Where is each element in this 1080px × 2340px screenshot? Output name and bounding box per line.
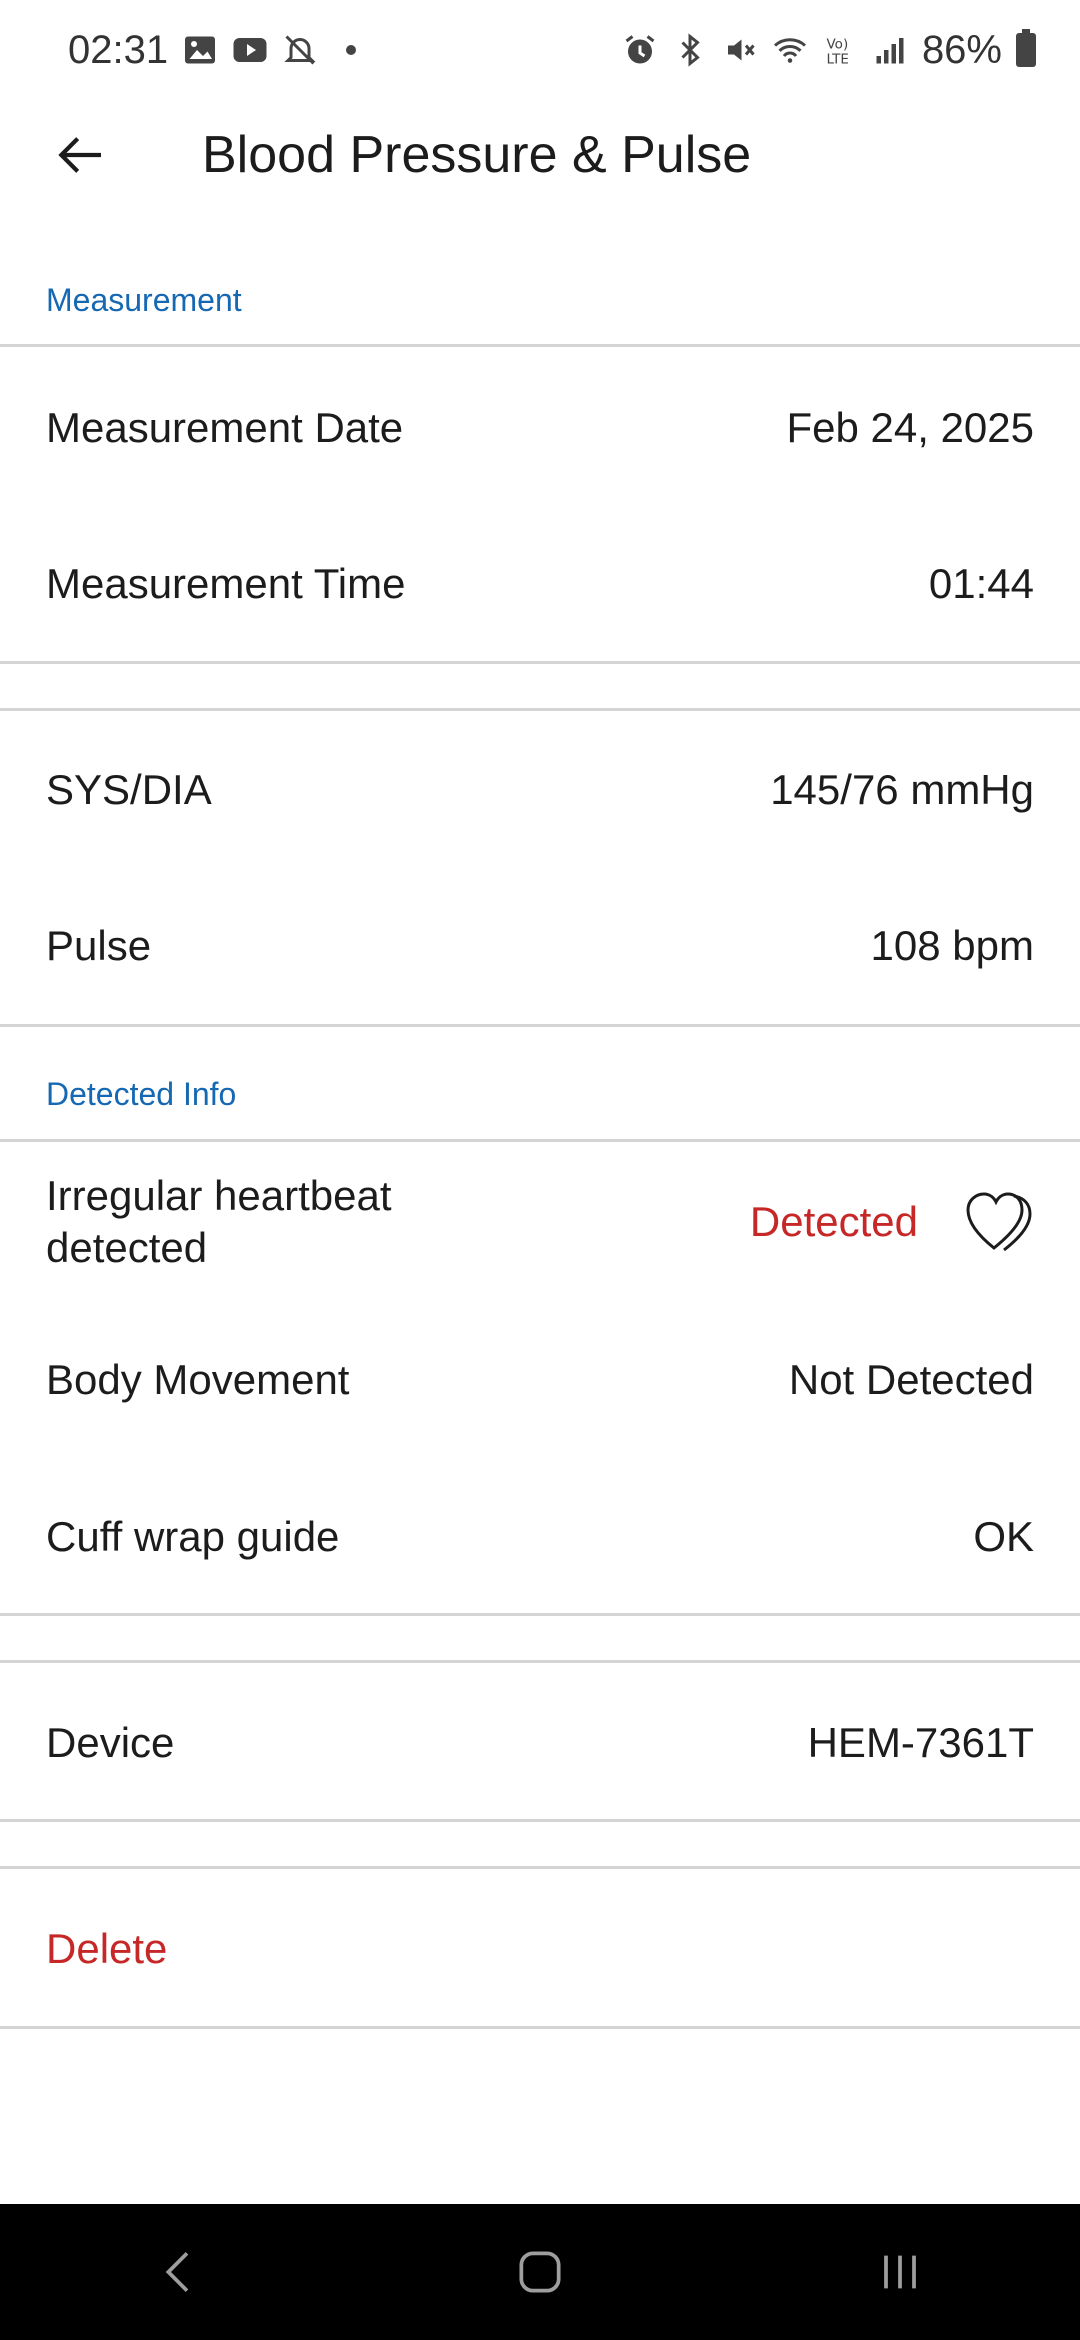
back-nav-icon (165, 2252, 189, 2292)
wifi-icon (772, 32, 808, 68)
irregular-heartbeat-label-line1: Irregular heartbeat (46, 1172, 392, 1219)
measurement-date-value: Feb 24, 2025 (786, 404, 1034, 451)
youtube-icon (232, 32, 268, 68)
sys-dia-row: SYS/DIA 145/76 mmHg (0, 712, 1080, 868)
status-left: 02:31 (68, 27, 357, 73)
pulse-row: Pulse 108 bpm (0, 868, 1080, 1024)
arrow-left-icon (58, 137, 101, 173)
measurement-time-label: Measurement Time (46, 560, 406, 607)
battery-percent: 86% (921, 27, 1002, 72)
irregular-heartbeat-label: Irregular heartbeat detected (46, 1170, 392, 1274)
mute-icon (722, 32, 758, 68)
system-nav-bar (0, 2204, 1080, 2340)
cuff-wrap-value: OK (973, 1513, 1034, 1560)
nav-recents-button[interactable] (840, 2222, 960, 2322)
nav-back-button[interactable] (120, 2222, 240, 2322)
divider (0, 344, 1080, 347)
gallery-icon (182, 32, 218, 68)
device-row: Device HEM-7361T (0, 1665, 1080, 1821)
status-time: 02:31 (68, 27, 169, 72)
body-movement-label: Body Movement (46, 1356, 350, 1403)
app-bar: Blood Pressure & Pulse (0, 100, 1080, 210)
measurement-date-row[interactable]: Measurement Date Feb 24, 2025 (0, 350, 1080, 506)
page-title: Blood Pressure & Pulse (202, 126, 752, 184)
pulse-value: 108 bpm (870, 922, 1034, 969)
divider (0, 2026, 1080, 2029)
alarm-icon (622, 32, 658, 68)
svg-text:LTE: LTE (826, 52, 848, 68)
divider (0, 661, 1080, 664)
device-value: HEM-7361T (807, 1719, 1034, 1766)
sys-dia-label: SYS/DIA (46, 766, 212, 813)
divider (0, 1819, 1080, 1822)
measurement-date-label: Measurement Date (46, 404, 404, 451)
delete-label: Delete (46, 1925, 168, 1972)
irregular-heartbeat-icon (964, 1190, 1034, 1254)
volte-icon: Vo) LTE (822, 32, 858, 68)
bluetooth-icon (672, 32, 708, 68)
battery-icon (1016, 29, 1036, 67)
divider (0, 708, 1080, 711)
status-right: Vo) LTE 86% (622, 28, 1036, 73)
irregular-heartbeat-value: Detected (749, 1198, 918, 1245)
device-label: Device (46, 1719, 175, 1766)
sys-dia-value: 145/76 mmHg (770, 766, 1034, 813)
notification-dot (346, 45, 357, 55)
cuff-wrap-label: Cuff wrap guide (46, 1513, 340, 1560)
signal-icon (872, 32, 908, 68)
back-button[interactable] (0, 100, 160, 210)
divider (0, 1613, 1080, 1616)
svg-text:Vo): Vo) (826, 37, 848, 53)
cuff-wrap-row: Cuff wrap guide OK (0, 1459, 1080, 1615)
section-header-measurement: Measurement (46, 282, 242, 318)
divider (0, 1139, 1080, 1142)
irregular-heartbeat-label-line2: detected (46, 1224, 208, 1271)
home-nav-icon (519, 2251, 561, 2293)
measurement-time-row[interactable]: Measurement Time 01:44 (0, 506, 1080, 662)
divider (0, 1024, 1080, 1027)
pulse-label: Pulse (46, 922, 152, 969)
recents-nav-icon (884, 2255, 916, 2289)
irregular-heartbeat-row: Irregular heartbeat detected Detected (0, 1144, 1080, 1300)
notifications-off-icon (282, 32, 318, 68)
status-bar: 02:31 Vo) LTE 86% (0, 0, 1080, 100)
nav-home-button[interactable] (480, 2222, 600, 2322)
body-movement-value: Not Detected (788, 1356, 1034, 1403)
body-movement-row: Body Movement Not Detected (0, 1302, 1080, 1458)
irregular-heartbeat-value-group: Detected (750, 1190, 1034, 1254)
measurement-time-value: 01:44 (928, 560, 1034, 607)
section-header-detected-info: Detected Info (46, 1076, 237, 1112)
divider (0, 1866, 1080, 1869)
divider (0, 1660, 1080, 1663)
delete-button[interactable]: Delete (0, 1871, 1080, 2027)
